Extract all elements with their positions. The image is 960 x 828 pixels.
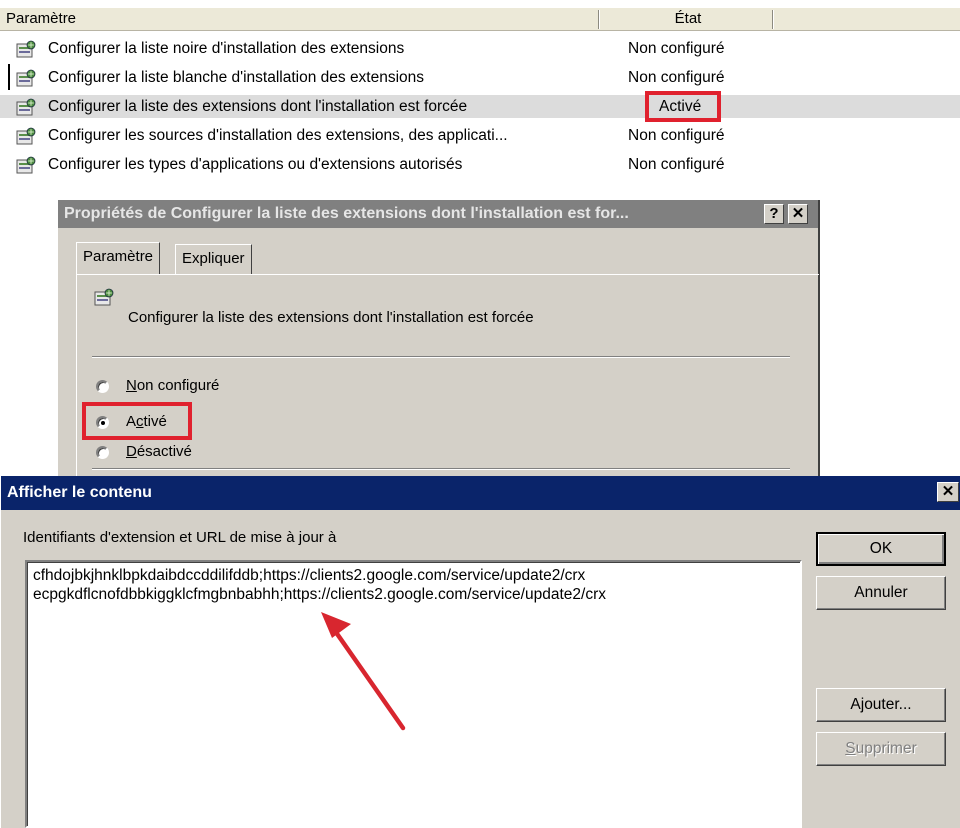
remove-button[interactable]: Supprimer bbox=[816, 732, 946, 766]
list-header: Paramètre État bbox=[0, 8, 960, 31]
radio-label: Non configuré bbox=[126, 377, 220, 394]
policy-row[interactable]: Configurer la liste noire d'installation… bbox=[0, 37, 960, 60]
column-header-state[interactable]: État bbox=[604, 8, 772, 30]
properties-title: Propriétés de Configurer la liste des ex… bbox=[64, 205, 629, 222]
contents-entry[interactable]: ecpgkdflcnofdbbkiggklcfmgbnbabhh;https:/… bbox=[33, 585, 606, 605]
highlight-box bbox=[82, 402, 192, 440]
column-divider[interactable] bbox=[772, 10, 773, 29]
policy-row[interactable]: Configurer les sources d'installation de… bbox=[0, 124, 960, 147]
policy-row[interactable]: Configurer les types d'applications ou d… bbox=[0, 153, 960, 176]
policy-label: Configurer la liste des extensions dont … bbox=[48, 98, 468, 115]
properties-dialog: Propriétés de Configurer la liste des ex… bbox=[58, 200, 820, 491]
policy-setting-icon bbox=[94, 288, 114, 306]
show-contents-title: Afficher le contenu bbox=[7, 484, 152, 501]
properties-title-bar[interactable]: Propriétés de Configurer la liste des ex… bbox=[58, 200, 818, 228]
close-button[interactable]: ✕ bbox=[788, 204, 808, 224]
add-button[interactable]: Ajouter... bbox=[816, 688, 946, 722]
column-header-parameter[interactable]: Paramètre bbox=[6, 8, 76, 30]
policy-state: Non configuré bbox=[628, 156, 725, 173]
contents-label: Identifiants d'extension et URL de mise … bbox=[23, 529, 337, 546]
show-contents-dialog: Afficher le contenu ✕ Identifiants d'ext… bbox=[0, 476, 960, 828]
show-contents-title-bar[interactable]: Afficher le contenu ✕ bbox=[1, 476, 960, 510]
highlight-box bbox=[645, 91, 721, 122]
policy-state: Non configuré bbox=[628, 40, 725, 57]
cancel-button[interactable]: Annuler bbox=[816, 576, 946, 610]
policy-label: Configurer la liste noire d'installation… bbox=[48, 40, 405, 57]
radio-label: Désactivé bbox=[126, 443, 192, 460]
separator bbox=[92, 468, 790, 469]
policy-row-selected[interactable]: Configurer la liste des extensions dont … bbox=[0, 95, 960, 118]
policy-state: Non configuré bbox=[628, 127, 725, 144]
policy-row[interactable]: Configurer la liste blanche d'installati… bbox=[0, 66, 960, 89]
ok-button[interactable]: OK bbox=[816, 532, 946, 566]
policy-setting-icon bbox=[16, 69, 36, 87]
policy-state: Non configuré bbox=[628, 69, 725, 86]
red-arrow-annotation bbox=[321, 612, 406, 731]
help-button[interactable]: ? bbox=[764, 204, 784, 224]
contents-entry[interactable]: cfhdojbkjhnklbpkdaibdccddilifddb;https:/… bbox=[33, 566, 585, 586]
policy-setting-icon bbox=[16, 98, 36, 116]
tab-parametre[interactable]: Paramètre bbox=[76, 242, 161, 274]
close-button[interactable]: ✕ bbox=[937, 482, 959, 502]
policy-label: Configurer la liste blanche d'installati… bbox=[48, 69, 425, 86]
policy-label: Configurer les sources d'installation de… bbox=[48, 127, 508, 144]
policy-setting-icon bbox=[16, 127, 36, 145]
policy-setting-icon bbox=[16, 40, 36, 58]
column-divider[interactable] bbox=[598, 10, 599, 29]
tab-expliquer[interactable]: Expliquer bbox=[175, 244, 252, 274]
separator bbox=[92, 356, 790, 357]
setting-name: Configurer la liste des extensions dont … bbox=[128, 309, 534, 326]
policy-label: Configurer les types d'applications ou d… bbox=[48, 156, 463, 173]
policy-setting-icon bbox=[16, 156, 36, 174]
radio-button-icon[interactable] bbox=[96, 380, 109, 393]
radio-button-icon[interactable] bbox=[96, 446, 109, 459]
